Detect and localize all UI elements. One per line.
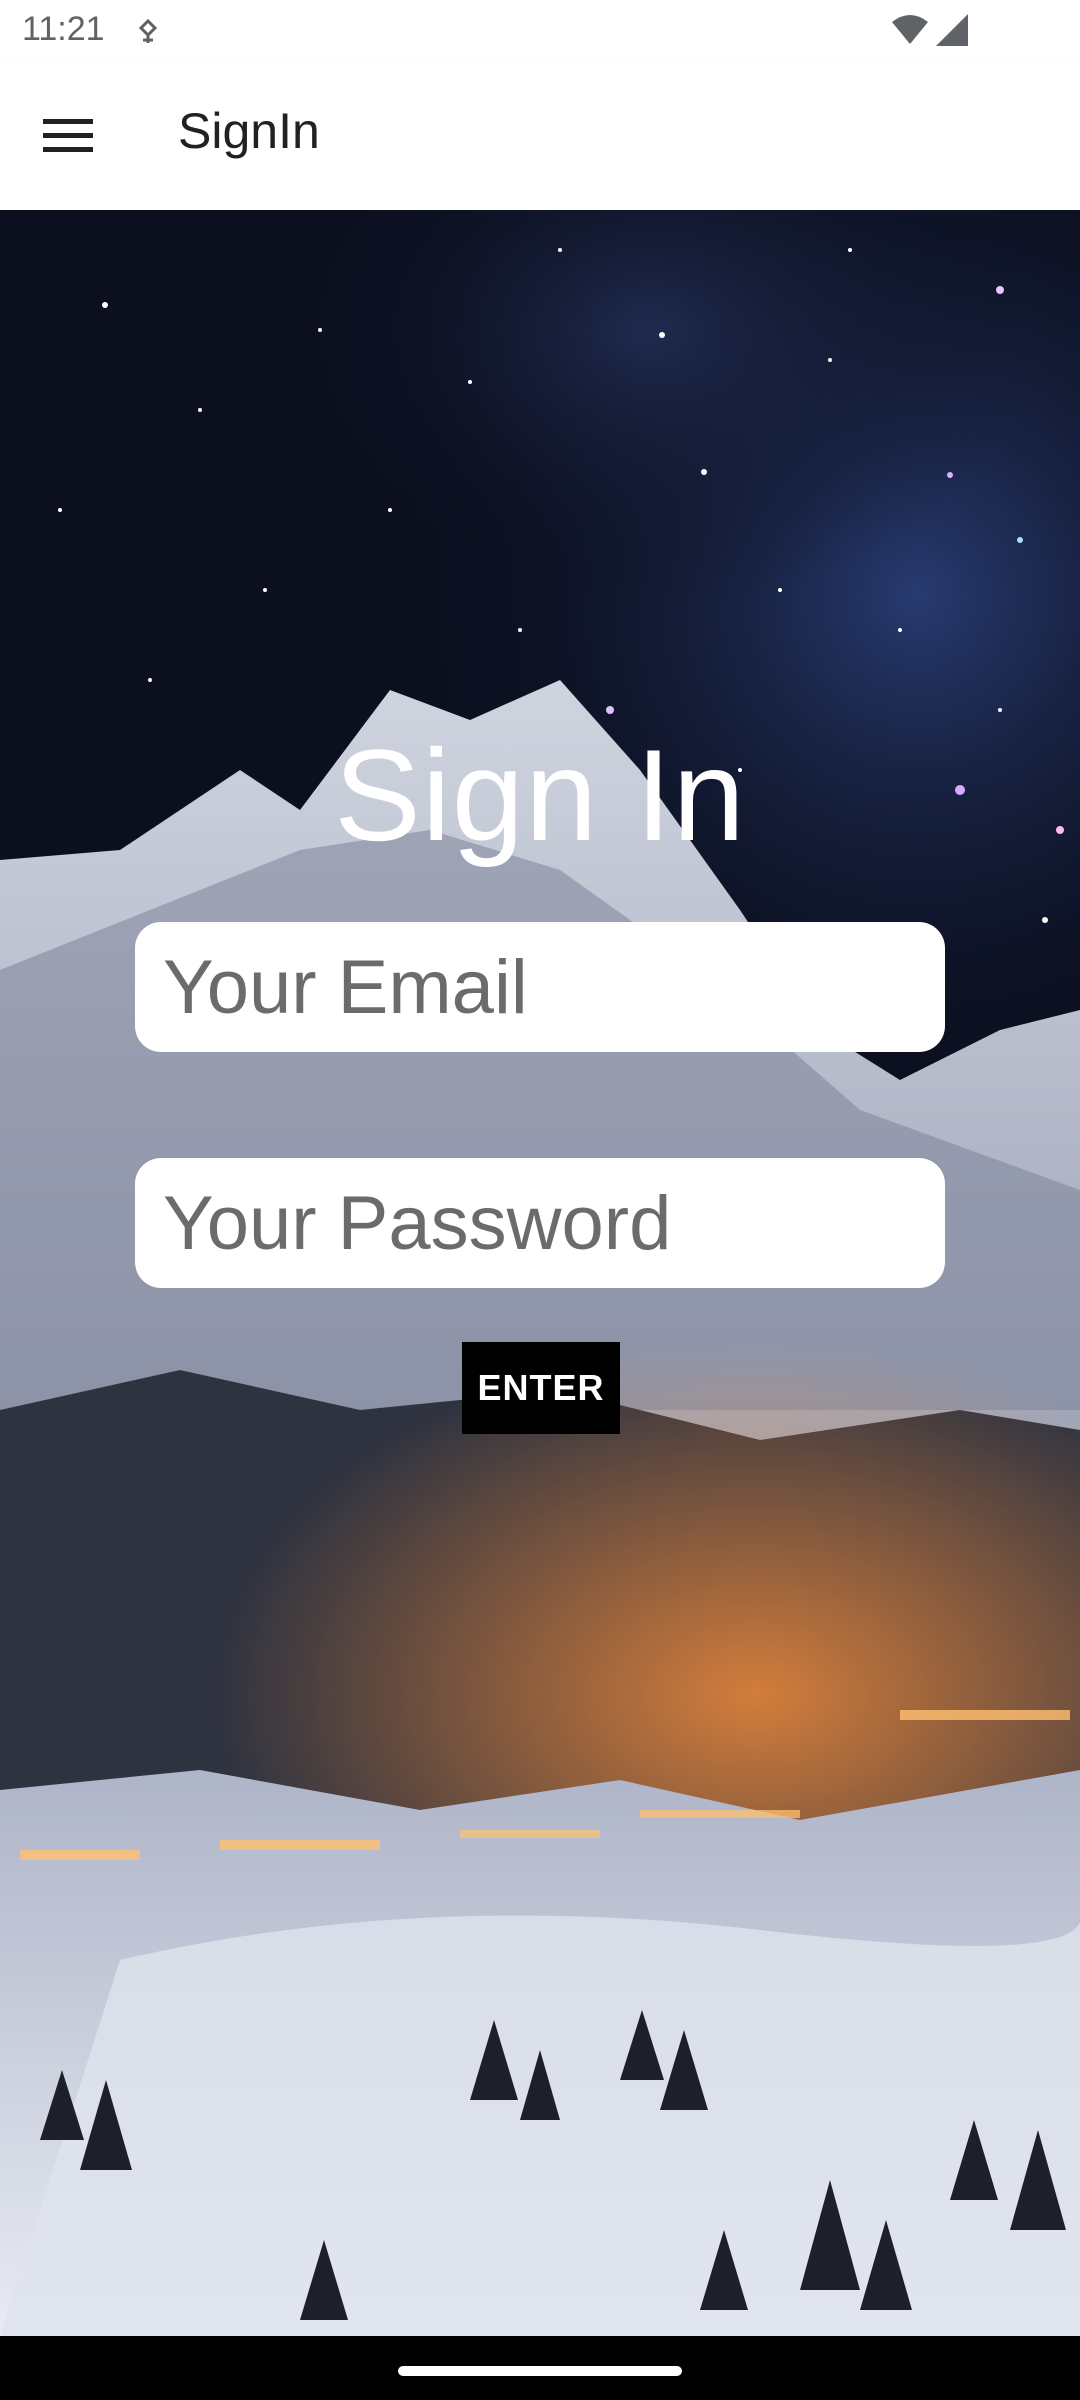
- password-input[interactable]: [163, 1158, 917, 1288]
- screen: 11:21 SignIn Sign In Your Email ENTER: [0, 0, 1080, 2400]
- navigation-bar: [0, 2336, 1080, 2400]
- enter-button[interactable]: ENTER: [462, 1342, 620, 1434]
- password-field[interactable]: [135, 1158, 945, 1288]
- menu-button[interactable]: [26, 100, 110, 172]
- app-title: SignIn: [178, 103, 320, 159]
- email-input[interactable]: [163, 922, 917, 1052]
- status-bar: 11:21: [0, 0, 1080, 62]
- email-field[interactable]: [135, 922, 945, 1052]
- signal-icon: [936, 14, 968, 46]
- status-time: 11:21: [22, 10, 105, 48]
- app-bar: SignIn: [0, 62, 1080, 211]
- home-gesture-handle[interactable]: [398, 2366, 682, 2376]
- sync-icon: [138, 18, 158, 43]
- menu-icon: [43, 119, 93, 152]
- wifi-icon: [892, 15, 928, 44]
- signin-heading: Sign In: [334, 722, 746, 868]
